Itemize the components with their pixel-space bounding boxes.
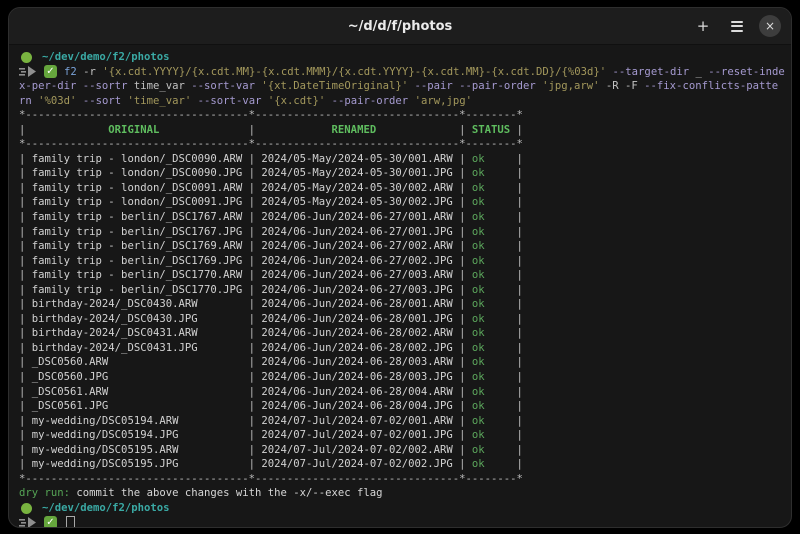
table-row: | my-wedding/DSC05194.ARW | 2024/07-Jul/… <box>19 414 783 429</box>
input-line[interactable]: ✓ <box>19 516 783 529</box>
window-title: ~/d/d/f/photos <box>9 19 791 34</box>
new-tab-button[interactable]: + <box>691 14 715 38</box>
terminal-content: ~/dev/demo/f2/photos ✓ f2 -r '{x.cdt.YYY… <box>9 45 791 528</box>
prompt-line-1: ~/dev/demo/f2/photos <box>19 50 783 65</box>
table-row: | family trip - berlin/_DSC1769.JPG | 20… <box>19 254 783 269</box>
table-row: | my-wedding/DSC05195.JPG | 2024/07-Jul/… <box>19 457 783 472</box>
prompt-arrow-icon <box>19 517 36 528</box>
command-text: x-per-dir --sortr time_var --sort-var '{… <box>19 79 783 94</box>
table-row: | _DSC0560.ARW | 2024/06-Jun/2024-06-28/… <box>19 355 783 370</box>
table-row: | _DSC0561.ARW | 2024/06-Jun/2024-06-28/… <box>19 385 783 400</box>
table-row: | family trip - london/_DSC0090.ARW | 20… <box>19 152 783 167</box>
prompt-arrow-icon <box>19 66 36 77</box>
hamburger-menu-icon <box>731 21 743 32</box>
table-row: | _DSC0561.JPG | 2024/06-Jun/2024-06-28/… <box>19 399 783 414</box>
prompt-status-icon <box>21 503 32 514</box>
terminal-window: ~/d/d/f/photos + × ~/dev/demo/f2/photos … <box>8 7 792 528</box>
command-line-1: ✓ f2 -r '{x.cdt.YYYY}/{x.cdt.MM}-{x.cdt.… <box>19 65 783 80</box>
titlebar-buttons: + × <box>691 14 781 38</box>
table-row: | _DSC0560.JPG | 2024/06-Jun/2024-06-28/… <box>19 370 783 385</box>
table-border: *-----------------------------------*---… <box>19 108 783 123</box>
dry-run-message: dry run: commit the above changes with t… <box>19 486 783 501</box>
table-row: | birthday-2024/_DSC0430.ARW | 2024/06-J… <box>19 297 783 312</box>
rename-preview-table: *-----------------------------------*---… <box>19 108 783 486</box>
table-row: | family trip - london/_DSC0091.ARW | 20… <box>19 181 783 196</box>
table-border: *-----------------------------------*---… <box>19 472 783 487</box>
dry-run-label: dry run: <box>19 487 70 499</box>
table-row: | family trip - london/_DSC0091.JPG | 20… <box>19 195 783 210</box>
table-row: | family trip - berlin/_DSC1770.JPG | 20… <box>19 283 783 298</box>
success-check-icon: ✓ <box>44 65 57 78</box>
titlebar[interactable]: ~/d/d/f/photos + × <box>9 8 791 45</box>
prompt-status-icon <box>21 52 32 63</box>
prompt-cwd: ~/dev/demo/f2/photos <box>42 50 170 65</box>
command-wrapped-lines: x-per-dir --sortr time_var --sort-var '{… <box>19 79 783 108</box>
table-row: | family trip - berlin/_DSC1767.JPG | 20… <box>19 225 783 240</box>
command-text: rn '%03d' --sort 'time_var' --sort-var '… <box>19 94 783 109</box>
table-row: | birthday-2024/_DSC0431.JPG | 2024/06-J… <box>19 341 783 356</box>
table-row: | birthday-2024/_DSC0431.ARW | 2024/06-J… <box>19 326 783 341</box>
prompt-cwd: ~/dev/demo/f2/photos <box>42 501 170 516</box>
command-text: f2 -r '{x.cdt.YYYY}/{x.cdt.MM}-{x.cdt.MM… <box>64 65 785 80</box>
table-row: | birthday-2024/_DSC0430.JPG | 2024/06-J… <box>19 312 783 327</box>
table-row: | my-wedding/DSC05195.ARW | 2024/07-Jul/… <box>19 443 783 458</box>
dry-run-text: commit the above changes with the -x/--e… <box>70 487 383 499</box>
table-row: | family trip - berlin/_DSC1770.ARW | 20… <box>19 268 783 283</box>
close-button[interactable]: × <box>759 15 781 37</box>
table-row: | family trip - berlin/_DSC1767.ARW | 20… <box>19 210 783 225</box>
table-row: | family trip - london/_DSC0090.JPG | 20… <box>19 166 783 181</box>
close-icon: × <box>765 19 775 33</box>
prompt-line-2: ~/dev/demo/f2/photos <box>19 501 783 516</box>
table-row: | my-wedding/DSC05194.JPG | 2024/07-Jul/… <box>19 428 783 443</box>
table-header: | ORIGINAL | RENAMED | STATUS | <box>19 123 783 138</box>
table-row: | family trip - berlin/_DSC1769.ARW | 20… <box>19 239 783 254</box>
text-cursor <box>66 516 75 528</box>
table-border: *-----------------------------------*---… <box>19 137 783 152</box>
menu-button[interactable] <box>725 14 749 38</box>
success-check-icon: ✓ <box>44 516 57 528</box>
